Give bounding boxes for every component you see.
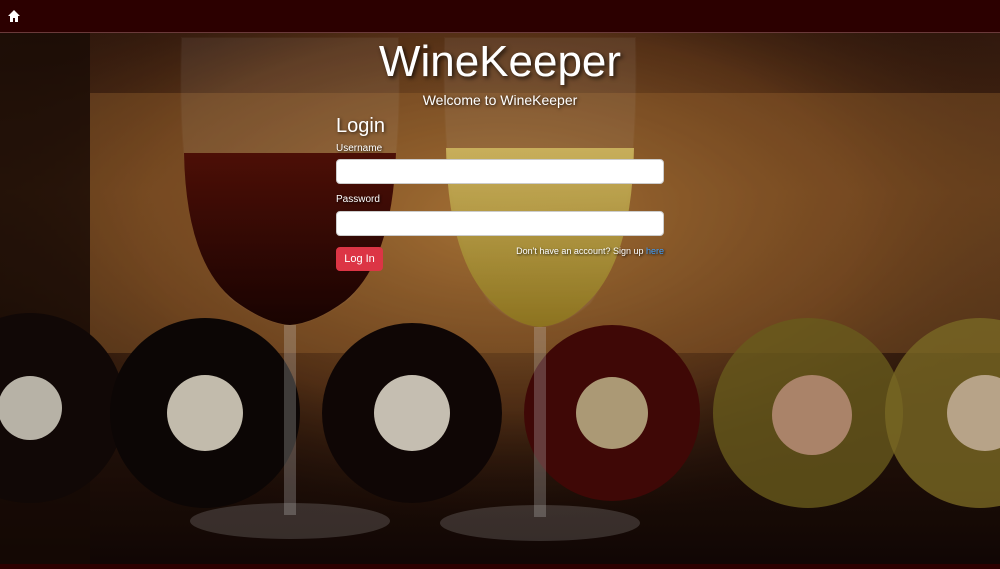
- login-heading: Login: [336, 115, 385, 137]
- page-subtitle: Welcome to WineKeeper: [422, 92, 578, 108]
- password-input[interactable]: [336, 211, 664, 236]
- background-image: [0, 33, 1000, 564]
- page-title: WineKeeper: [378, 37, 622, 86]
- login-button[interactable]: Log In: [336, 247, 383, 271]
- signup-link[interactable]: here: [646, 246, 664, 256]
- home-icon[interactable]: [7, 9, 21, 23]
- signup-prompt: Don't have an account? Sign up here: [460, 246, 664, 256]
- username-input[interactable]: [336, 159, 664, 184]
- bottom-bar: [0, 564, 1000, 569]
- username-label: Username: [336, 143, 383, 154]
- wine-glasses-photo: [0, 33, 1000, 564]
- top-navbar: [0, 0, 1000, 33]
- signup-prompt-text: Don't have an account? Sign up: [516, 246, 646, 256]
- password-label: Password: [336, 194, 380, 205]
